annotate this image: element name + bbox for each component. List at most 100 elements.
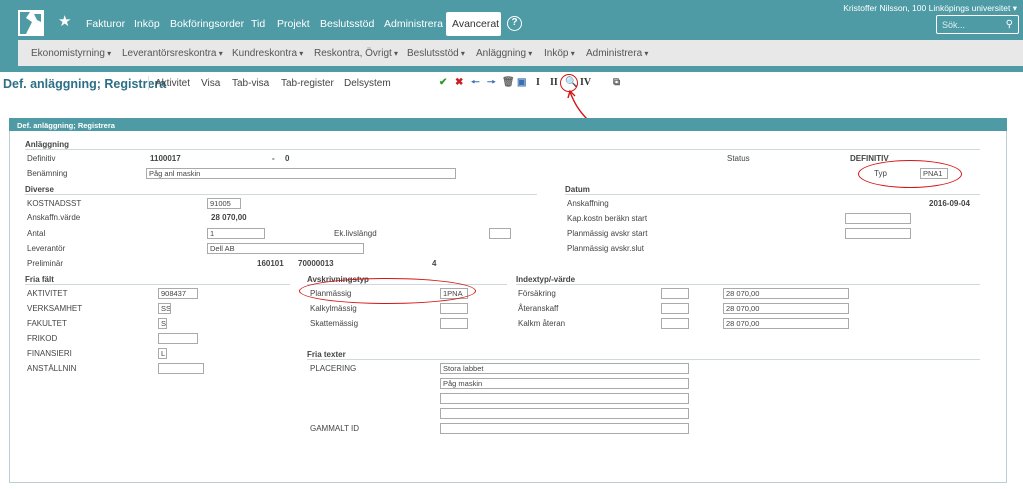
forsakring-value-input[interactable]: 28 070,00	[723, 288, 849, 299]
subnav-inkop[interactable]: Inköp	[544, 48, 575, 59]
label-leverantor: Leverantör	[27, 244, 66, 253]
nav-inkop[interactable]: Inköp	[134, 18, 160, 30]
search-input[interactable]	[942, 18, 1002, 32]
label-aktivitet: AKTIVITET	[27, 289, 68, 298]
copy-icon[interactable]: ⧉	[613, 77, 620, 89]
label-kap-kostn: Kap.kostn beräkn start	[567, 214, 648, 223]
kalkm-ateran-value-input[interactable]: 28 070,00	[723, 318, 849, 329]
gammalt-id-input[interactable]	[440, 423, 689, 434]
skattemassig-input[interactable]	[440, 318, 468, 329]
placering-line-4[interactable]	[440, 408, 689, 419]
logo[interactable]	[18, 10, 44, 36]
finansieri-input[interactable]: L	[158, 348, 167, 359]
preliminar-value-3: 4	[432, 259, 437, 268]
leverantor-input[interactable]: Dell AB	[207, 243, 364, 254]
divider	[307, 359, 980, 360]
benamning-input[interactable]: Påg anl maskin	[146, 168, 456, 179]
divider	[516, 284, 980, 285]
fakultet-input[interactable]: S	[158, 318, 167, 329]
menu-visa[interactable]: Visa	[201, 78, 220, 89]
roman-four-icon[interactable]: IV	[580, 77, 591, 89]
anskaffn-value: 28 070,00	[211, 213, 247, 222]
frikod-input[interactable]	[158, 333, 198, 344]
panel-header: Def. anläggning; Registrera	[9, 118, 1007, 131]
user-name: Kristoffer Nilsson, 100 Linköpings unive…	[843, 3, 1011, 13]
label-anskaffn-varde: Anskaffn.värde	[27, 213, 81, 222]
label-kostnadsst: KOSTNADSST	[27, 199, 82, 208]
subnav-beslutsstod[interactable]: Beslutsstöd	[407, 48, 465, 59]
avskr-start-input[interactable]	[845, 228, 911, 239]
label-status: Status	[727, 154, 750, 163]
verksamhet-input[interactable]: SS	[158, 303, 171, 314]
trash-icon[interactable]: 🗑	[502, 77, 515, 89]
nav-avancerat-label: Avancerat	[452, 18, 500, 30]
label-kalkm-ateran: Kalkm återan	[518, 319, 566, 328]
menu-delsystem[interactable]: Delsystem	[344, 78, 391, 89]
annotation-circle	[858, 160, 962, 188]
label-skattemassig: Skattemässig	[310, 319, 359, 328]
placering-line-1[interactable]: Stora labbet	[440, 363, 689, 374]
arrow-right-icon[interactable]: 🠖	[487, 77, 496, 89]
subnav-reskontra-ovrigt[interactable]: Reskontra, Övrigt	[314, 48, 398, 59]
menu-aktivitet[interactable]: Aktivitet	[155, 78, 190, 89]
kalkm-ateran-type-input[interactable]	[661, 318, 689, 329]
ek-livslangd-input[interactable]	[489, 228, 511, 239]
kap-kostn-input[interactable]	[845, 213, 911, 224]
label-finansieri: FINANSIERI	[27, 349, 72, 358]
antal-input[interactable]: 1	[207, 228, 265, 239]
nav-tid[interactable]: Tid	[251, 18, 265, 30]
menu-tab-register[interactable]: Tab-register	[281, 78, 334, 89]
kalkylmassig-input[interactable]	[440, 303, 468, 314]
divider	[25, 194, 537, 195]
subnav-ekonomistyrning[interactable]: Ekonomistyrning	[31, 48, 111, 59]
anstallnin-input[interactable]	[158, 363, 204, 374]
label-anskaffning: Anskaffning	[567, 199, 609, 208]
nav-bokforingsorder[interactable]: Bokföringsorder	[170, 18, 244, 30]
save-icon[interactable]: ▣	[517, 77, 526, 89]
section-fria-texter: Fria texter	[307, 350, 346, 359]
placering-line-2[interactable]: Påg maskin	[440, 378, 689, 389]
divider	[25, 149, 980, 150]
ateranskaff-value-input[interactable]: 28 070,00	[723, 303, 849, 314]
cross-icon[interactable]: ✖	[455, 77, 463, 89]
preliminar-value-2: 70000013	[298, 259, 334, 268]
kostnadsst-input[interactable]: 91005	[207, 198, 241, 209]
label-kalkylmassig: Kalkylmässig	[310, 304, 357, 313]
forsakring-type-input[interactable]	[661, 288, 689, 299]
roman-two-icon[interactable]: II	[550, 77, 558, 89]
nav-avancerat[interactable]: Avancerat	[446, 12, 501, 36]
search-box[interactable]: ⚲	[936, 15, 1019, 34]
subnav-anlaggning[interactable]: Anläggning	[476, 48, 532, 59]
section-anlaggning: Anläggning	[25, 140, 69, 149]
nav-projekt[interactable]: Projekt	[277, 18, 310, 30]
ateranskaff-type-input[interactable]	[661, 303, 689, 314]
definitiv-sub: 0	[285, 154, 290, 163]
subnav-leverantorsreskontra[interactable]: Leverantörsreskontra	[122, 48, 223, 59]
label-definitiv: Definitiv	[27, 154, 56, 163]
roman-one-icon[interactable]: I	[536, 77, 540, 89]
annotation-circle	[299, 278, 476, 304]
nav-administrera[interactable]: Administrera	[384, 18, 443, 30]
label-ek-livslangd: Ek.livslängd	[334, 229, 377, 238]
section-datum: Datum	[565, 185, 590, 194]
check-icon[interactable]: ✔	[439, 77, 447, 89]
label-antal: Antal	[27, 229, 46, 238]
nav-beslutsstod[interactable]: Beslutsstöd	[320, 18, 374, 30]
subnav-administrera[interactable]: Administrera	[586, 48, 648, 59]
divider	[565, 194, 980, 195]
menu-tab-visa[interactable]: Tab-visa	[232, 78, 269, 89]
user-menu[interactable]: Kristoffer Nilsson, 100 Linköpings unive…	[843, 3, 1017, 14]
placering-line-3[interactable]	[440, 393, 689, 404]
arrow-left-icon[interactable]: 🠔	[471, 77, 480, 89]
help-icon[interactable]: ?	[507, 16, 522, 31]
nav-fakturor[interactable]: Fakturor	[86, 18, 125, 30]
label-ateranskaff: Återanskaff	[518, 304, 559, 313]
label-gammalt-id: GAMMALT ID	[310, 424, 360, 433]
label-frikod: FRIKOD	[27, 334, 58, 343]
subnav-kundreskontra[interactable]: Kundreskontra	[232, 48, 303, 59]
aktivitet-input[interactable]: 908437	[158, 288, 198, 299]
label-forsakring: Försäkring	[518, 289, 556, 298]
star-icon[interactable]: ★	[58, 14, 71, 30]
search-icon[interactable]: ⚲	[1006, 19, 1013, 30]
divider	[148, 76, 149, 90]
